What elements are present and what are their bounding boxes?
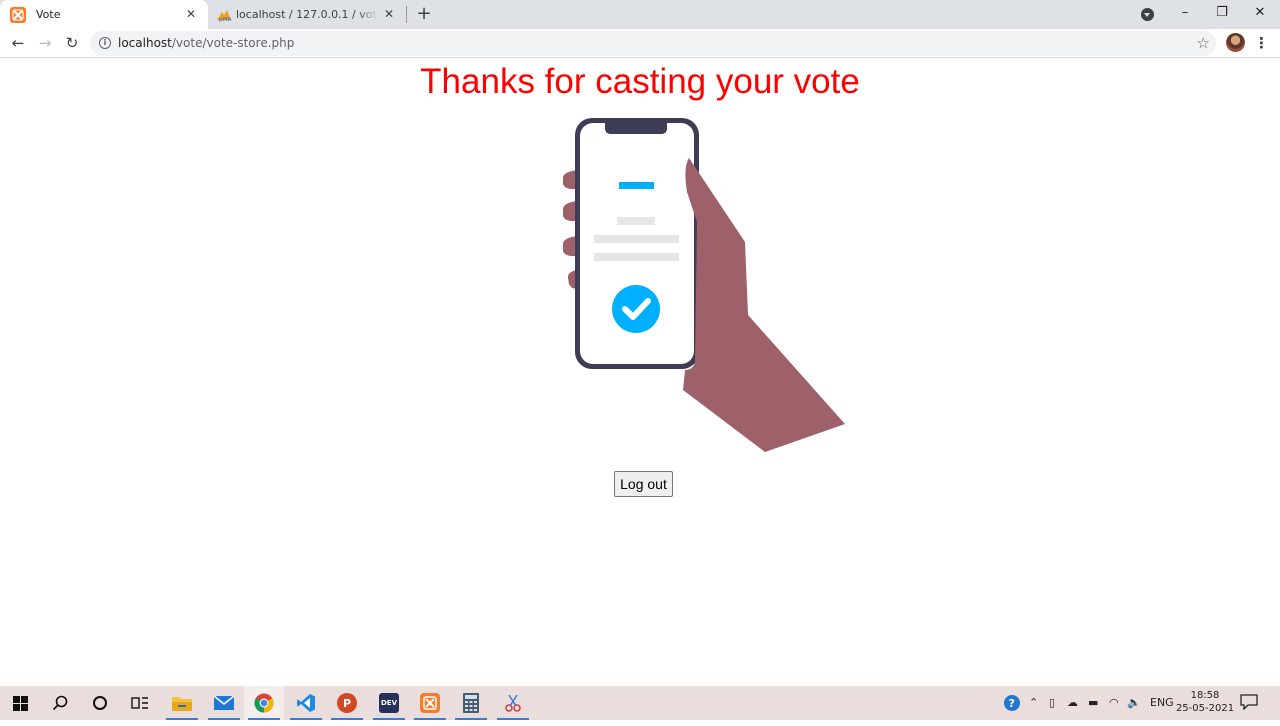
finger-shape bbox=[563, 236, 577, 257]
check-circle-icon bbox=[612, 285, 660, 333]
tab-phpmyadmin[interactable]: pMA localhost / 127.0.0.1 / vote / candi… bbox=[208, 0, 406, 29]
url-path: /vote/vote-store.php bbox=[171, 36, 295, 50]
clock-date: 25-05-2021 bbox=[1175, 703, 1235, 714]
browser-toolbar: ← → ↻ i localhost/vote/vote-store.php ☆ … bbox=[0, 29, 1280, 58]
taskbar-snipping[interactable] bbox=[493, 686, 533, 720]
url-host: localhost bbox=[118, 36, 172, 50]
taskbar-file-explorer[interactable] bbox=[162, 686, 202, 720]
back-button[interactable]: ← bbox=[8, 33, 28, 53]
vscode-icon bbox=[297, 694, 315, 712]
finger-shape bbox=[563, 170, 577, 190]
page-title: Thanks for casting your vote bbox=[420, 62, 860, 101]
minimize-button[interactable]: – bbox=[1165, 0, 1205, 29]
address-bar[interactable]: i localhost/vote/vote-store.php ☆ bbox=[90, 31, 1216, 56]
phone-notch bbox=[605, 121, 667, 134]
svg-text:?: ? bbox=[1009, 697, 1015, 710]
profile-avatar[interactable] bbox=[1226, 33, 1245, 52]
taskbar-vscode[interactable] bbox=[286, 686, 326, 720]
site-info-icon[interactable]: i bbox=[99, 37, 111, 49]
hand-arm-shape bbox=[683, 158, 845, 452]
device-tray-icon[interactable]: ▯ bbox=[1049, 686, 1055, 720]
language-indicator[interactable]: ENG bbox=[1150, 686, 1174, 720]
chrome-icon bbox=[254, 693, 274, 713]
notifications-button[interactable] bbox=[1240, 694, 1260, 712]
reload-button[interactable]: ↻ bbox=[62, 33, 82, 53]
task-view-icon bbox=[131, 697, 148, 709]
tab-separator bbox=[406, 6, 407, 23]
wifi-icon[interactable]: ◠ bbox=[1109, 686, 1119, 720]
logout-button[interactable]: Log out bbox=[614, 471, 673, 497]
taskbar-mail[interactable] bbox=[204, 686, 244, 720]
snipping-tool-icon bbox=[505, 694, 521, 712]
start-button[interactable] bbox=[0, 686, 40, 720]
mail-icon bbox=[213, 695, 235, 710]
taskbar: P DEV ? ⌃ ▯ ☁ ▬ ◠ 🔈 ENG 18:58 25-05-2021 bbox=[0, 686, 1280, 720]
tab-title: Vote bbox=[36, 8, 61, 21]
phone-vote-illustration bbox=[555, 112, 855, 457]
taskbar-calculator[interactable] bbox=[451, 686, 491, 720]
svg-text:pMA: pMA bbox=[219, 17, 232, 23]
dev-icon: DEV bbox=[379, 693, 399, 713]
tab-vote[interactable]: Vote ✕ bbox=[0, 0, 208, 29]
cortana-circle-icon bbox=[93, 696, 107, 710]
bookmark-star-icon[interactable]: ☆ bbox=[1197, 34, 1210, 52]
taskbar-powerpoint[interactable]: P bbox=[327, 686, 367, 720]
clock-time: 18:58 bbox=[1190, 690, 1220, 701]
calculator-icon bbox=[463, 693, 479, 713]
tab-title: localhost / 127.0.0.1 / vote / candidate… bbox=[236, 8, 378, 21]
screen-line bbox=[617, 217, 655, 225]
screen-line bbox=[594, 235, 679, 243]
show-hidden-icons-icon[interactable]: ⌃ bbox=[1029, 686, 1038, 720]
taskbar-xampp[interactable] bbox=[410, 686, 450, 720]
taskbar-dev[interactable]: DEV bbox=[369, 686, 409, 720]
cortana-button[interactable] bbox=[80, 686, 120, 720]
xampp-icon bbox=[420, 693, 440, 713]
tab-search-icon[interactable] bbox=[1141, 8, 1154, 21]
battery-icon[interactable]: ▬ bbox=[1088, 686, 1098, 720]
system-clock[interactable]: 18:58 25-05-2021 bbox=[1174, 689, 1236, 715]
close-tab-icon[interactable]: ✕ bbox=[381, 6, 397, 22]
screen-accent-bar bbox=[619, 182, 654, 189]
new-tab-button[interactable]: + bbox=[414, 4, 434, 24]
task-view-button[interactable] bbox=[120, 686, 160, 720]
windows-logo-icon bbox=[12, 695, 28, 711]
tab-strip: Vote ✕ pMA localhost / 127.0.0.1 / vote … bbox=[0, 0, 1280, 29]
folder-icon bbox=[172, 697, 192, 711]
close-window-button[interactable]: ✕ bbox=[1240, 0, 1280, 29]
notification-icon bbox=[1240, 694, 1258, 711]
forward-button[interactable]: → bbox=[35, 33, 55, 53]
onedrive-icon[interactable]: ☁ bbox=[1067, 686, 1078, 720]
screen-line bbox=[594, 253, 679, 261]
url-text[interactable]: localhost/vote/vote-store.php bbox=[118, 36, 294, 51]
search-icon bbox=[52, 695, 68, 711]
volume-icon[interactable]: 🔈 bbox=[1127, 686, 1141, 720]
finger-shape bbox=[563, 201, 577, 222]
xampp-favicon-icon bbox=[10, 7, 26, 23]
search-button[interactable] bbox=[40, 686, 80, 720]
browser-menu-button[interactable]: ⋮ bbox=[1254, 33, 1269, 53]
close-tab-icon[interactable]: ✕ bbox=[183, 6, 199, 22]
powerpoint-icon: P bbox=[337, 693, 357, 713]
help-tray-icon[interactable]: ? bbox=[1003, 686, 1021, 720]
phpmyadmin-favicon-icon: pMA bbox=[216, 7, 232, 23]
maximize-button[interactable]: ❐ bbox=[1202, 0, 1242, 29]
taskbar-chrome[interactable] bbox=[244, 686, 284, 720]
